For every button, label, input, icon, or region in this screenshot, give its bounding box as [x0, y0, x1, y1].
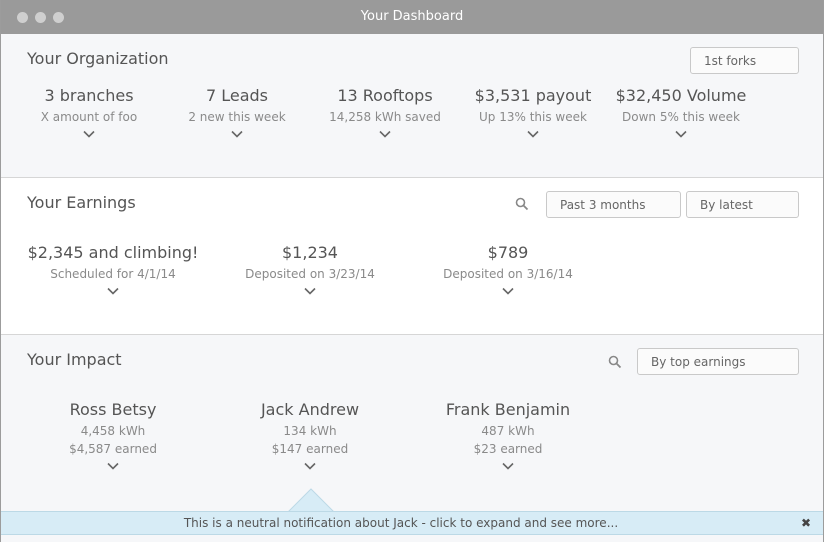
person-name: Frank Benjamin — [445, 400, 571, 419]
person-name: Ross Betsy — [69, 400, 157, 419]
org-stat-value: $3,531 payout — [474, 86, 592, 105]
person-name: Jack Andrew — [260, 400, 360, 419]
org-stat-sub: Down 5% this week — [622, 110, 740, 124]
earning-date: Scheduled for 4/1/14 — [50, 267, 176, 281]
earnings-period-value: Past 3 months — [560, 198, 646, 212]
chevron-down-icon[interactable] — [231, 130, 243, 138]
dashboard-window: Your Dashboard Your Organization 1st for… — [0, 0, 824, 542]
impact-person[interactable]: Ross Betsy 4,458 kWh $4,587 earned — [38, 400, 188, 470]
person-kwh: 134 kWh — [283, 424, 337, 438]
org-stat-sub: X amount of foo — [40, 110, 138, 124]
org-stat-leads[interactable]: 7 Leads 2 new this week — [157, 86, 317, 138]
earning-amount: $2,345 and climbing! — [27, 243, 199, 262]
organization-section: Your Organization 1st forks 3 branches X… — [1, 34, 823, 178]
earning-amount: $789 — [487, 243, 529, 262]
person-kwh: 4,458 kWh — [80, 424, 146, 438]
org-stat-sub: 14,258 kWh saved — [329, 110, 441, 124]
chevron-down-icon[interactable] — [107, 462, 119, 470]
org-stat-branches[interactable]: 3 branches X amount of foo — [9, 86, 169, 138]
earnings-sort-select[interactable]: By latest — [686, 191, 799, 218]
org-stat-value: 3 branches — [44, 86, 134, 105]
chevron-down-icon[interactable] — [83, 130, 95, 138]
chevron-down-icon[interactable] — [527, 130, 539, 138]
impact-person[interactable]: Frank Benjamin 487 kWh $23 earned — [422, 400, 594, 470]
earnings-sort-value: By latest — [700, 198, 753, 212]
earning-item[interactable]: $789 Deposited on 3/16/14 — [418, 243, 598, 295]
notification-bar[interactable]: This is a neutral notification about Jac… — [1, 511, 823, 535]
window-title: Your Dashboard — [360, 9, 464, 24]
person-earned: $4,587 earned — [69, 442, 157, 456]
earnings-section: Your Earnings Past 3 months By latest $2… — [1, 178, 823, 335]
chevron-down-icon[interactable] — [107, 287, 119, 295]
chevron-down-icon[interactable] — [304, 287, 316, 295]
earning-item[interactable]: $1,234 Deposited on 3/23/14 — [220, 243, 400, 295]
impact-sort-select[interactable]: By top earnings — [637, 348, 799, 375]
chevron-down-icon[interactable] — [304, 462, 316, 470]
org-stat-value: 13 Rooftops — [337, 86, 433, 105]
chevron-down-icon[interactable] — [675, 130, 687, 138]
notification-message[interactable]: This is a neutral notification about Jac… — [1, 516, 801, 530]
organization-filter-value: 1st forks — [704, 54, 757, 68]
org-stat-value: $32,450 Volume — [615, 86, 747, 105]
org-stat-value: 7 Leads — [205, 86, 269, 105]
organization-filter-select[interactable]: 1st forks — [690, 47, 799, 74]
earning-date: Deposited on 3/16/14 — [443, 267, 573, 281]
person-kwh: 487 kWh — [481, 424, 535, 438]
close-icon[interactable]: ✖ — [801, 516, 811, 530]
earnings-period-select[interactable]: Past 3 months — [546, 191, 681, 218]
notification-pointer — [287, 488, 335, 513]
org-stat-sub: Up 13% this week — [479, 110, 587, 124]
search-icon[interactable] — [515, 197, 529, 211]
search-icon[interactable] — [608, 355, 622, 369]
chevron-down-icon[interactable] — [502, 287, 514, 295]
organization-title: Your Organization — [27, 49, 169, 68]
person-earned: $23 earned — [473, 442, 543, 456]
chevron-down-icon[interactable] — [502, 462, 514, 470]
org-stat-rooftops[interactable]: 13 Rooftops 14,258 kWh saved — [305, 86, 465, 138]
org-stat-volume[interactable]: $32,450 Volume Down 5% this week — [601, 86, 761, 138]
earning-amount: $1,234 — [282, 243, 338, 262]
person-earned: $147 earned — [271, 442, 349, 456]
impact-title: Your Impact — [27, 350, 122, 369]
org-stat-payout[interactable]: $3,531 payout Up 13% this week — [453, 86, 613, 138]
impact-sort-value: By top earnings — [651, 355, 746, 369]
chevron-down-icon[interactable] — [379, 130, 391, 138]
title-bar: Your Dashboard — [1, 0, 823, 34]
earning-item[interactable]: $2,345 and climbing! Scheduled for 4/1/1… — [23, 243, 203, 295]
org-stat-sub: 2 new this week — [188, 110, 286, 124]
impact-person[interactable]: Jack Andrew 134 kWh $147 earned — [235, 400, 385, 470]
earning-date: Deposited on 3/23/14 — [245, 267, 375, 281]
earnings-title: Your Earnings — [27, 193, 136, 212]
